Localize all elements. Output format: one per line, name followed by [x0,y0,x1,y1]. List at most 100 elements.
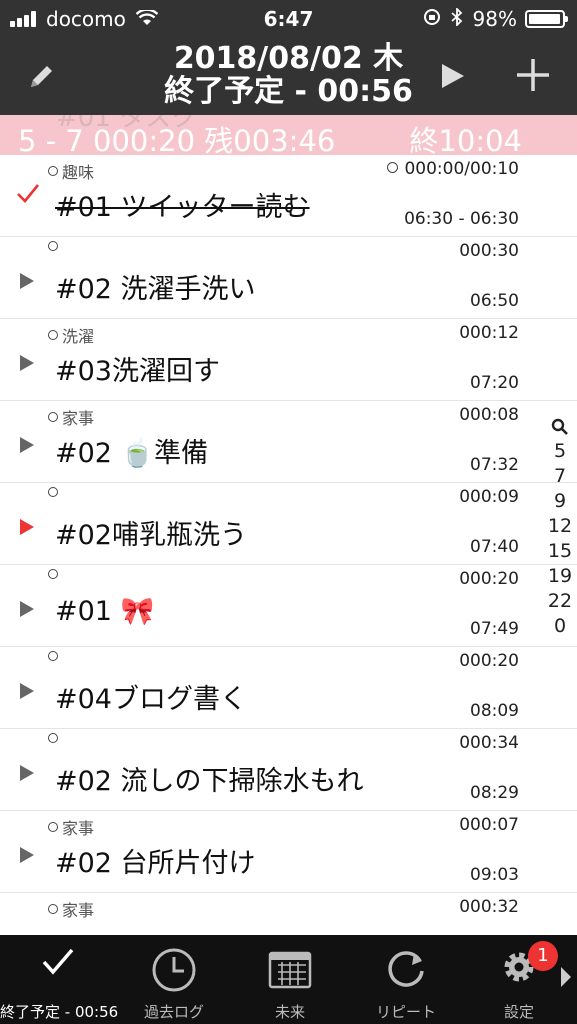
task-title: #02 洗濯手洗い [55,274,256,305]
status-bar: docomo 6:47 98% [0,0,577,38]
task-row[interactable]: 家事 000:07 #02 台所片付け 09:03 [0,811,577,893]
circle-icon [48,487,58,497]
plus-icon [517,59,549,91]
task-time: 09:03 [470,865,519,885]
task-row[interactable]: 趣味 000:00/00:10 #01 ツイッター読む 06:30 - 06:3… [0,155,577,237]
task-time: 08:29 [470,783,519,803]
nav-bar: 2018/08/02 木 終了予定 - 00:56 [0,38,577,115]
calendar-icon [268,947,312,993]
index-item[interactable]: 15 [540,539,577,564]
tab-label: 設定 [503,1003,534,1021]
task-title: #01 ツイッター読む [55,192,310,223]
header-subtitle: 終了予定 - 00:56 [164,74,413,109]
circle-icon [48,904,58,914]
battery-icon [525,10,568,28]
tab-settings[interactable]: 1 設定 [464,935,574,1024]
circle-icon [48,330,58,340]
tab-repeat[interactable]: リピート [348,935,464,1024]
time-index[interactable]: 5 7 9 12 15 19 22 0 [540,414,577,639]
tab-label: 終了予定 - 00:56 [0,1003,119,1021]
battery-percent: 98% [472,7,517,31]
add-task-button[interactable] [510,52,556,98]
task-row[interactable]: 000:20 #04ブログ書く 08:09 [0,647,577,729]
chevron-right-icon[interactable] [561,967,571,987]
task-time: 07:49 [470,619,519,639]
circle-icon [48,651,58,661]
play-icon[interactable] [20,765,34,781]
search-icon[interactable] [540,414,577,439]
task-category: 家事 [48,897,94,921]
task-row[interactable]: 000:09 #02哺乳瓶洗う 07:40 [0,483,577,565]
play-icon[interactable] [20,355,34,371]
task-row[interactable]: 家事 000:08 #02 🍵準備 07:32 [0,401,577,483]
header-date: 2018/08/02 木 [173,41,404,76]
task-title: #02哺乳瓶洗う [55,520,247,551]
play-icon[interactable] [20,437,34,453]
play-icon[interactable] [20,847,34,863]
index-item[interactable]: 22 [540,589,577,614]
task-row[interactable]: 000:20 #01 🎀 07:49 [0,565,577,647]
index-item[interactable]: 19 [540,564,577,589]
task-duration: 000:07 [459,815,519,835]
task-title: #02 台所片付け [55,848,256,879]
task-time: 07:32 [470,455,519,475]
task-duration: 000:09 [459,487,519,507]
task-category: 洗濯 [48,323,94,347]
task-duration: 000:12 [459,323,519,343]
tab-label: 過去ログ [143,1003,204,1021]
task-row[interactable]: 洗濯 000:12 #03洗濯回す 07:20 [0,319,577,401]
task-category [48,733,62,743]
task-time: 07:20 [470,373,519,393]
index-item[interactable]: 5 [540,439,577,464]
task-category: 趣味 [48,159,94,183]
task-time: 06:30 - 06:30 [404,209,519,229]
task-time: 06:50 [470,291,519,311]
task-duration: 000:08 [459,405,519,425]
play-button[interactable] [432,56,472,96]
tab-future[interactable]: 未来 [232,935,348,1024]
task-title: #02 流しの下掃除水もれ [55,766,364,797]
notification-badge: 1 [528,941,558,971]
play-icon[interactable] [20,519,34,535]
play-icon[interactable] [20,601,34,617]
play-icon[interactable] [20,683,34,699]
task-duration: 000:00/00:10 [387,159,519,179]
tab-history[interactable]: 過去ログ [116,935,232,1024]
task-category [48,241,62,251]
status-right: 98% [423,6,568,31]
task-time: 08:09 [470,701,519,721]
task-title: #03洗濯回す [55,356,220,387]
bluetooth-icon [450,6,463,31]
circle-icon [48,569,58,579]
banner-status-text: 5 - 7 000:20 残003:46 [18,124,336,155]
circle-icon [48,166,58,176]
task-duration: 000:34 [459,733,519,753]
task-category: 家事 [48,405,94,429]
task-row[interactable]: 000:34 #02 流しの下掃除水もれ 08:29 [0,729,577,811]
index-item[interactable]: 7 [540,464,577,489]
checkmark-icon[interactable] [16,183,40,209]
index-item[interactable]: 12 [540,514,577,539]
task-category [48,487,62,497]
task-category: 家事 [48,815,94,839]
current-task-banner[interactable]: #01 タスク 5 - 7 000:20 残003:46 終10:04 [0,115,577,155]
index-item[interactable]: 9 [540,489,577,514]
repeat-icon [384,947,428,995]
circle-icon [48,733,58,743]
task-category [48,569,62,579]
check-icon [41,947,75,981]
nav-title: 2018/08/02 木 終了予定 - 00:56 [0,42,577,108]
task-duration: 000:20 [459,651,519,671]
banner-end-time: 終10:04 [409,124,522,155]
task-list: 趣味 000:00/00:10 #01 ツイッター読む 06:30 - 06:3… [0,155,577,975]
tab-label: 未来 [274,1003,305,1021]
task-title: #02 🍵準備 [55,438,209,469]
tab-label: リピート [375,1003,436,1021]
index-item[interactable]: 0 [540,614,577,639]
play-icon[interactable] [20,273,34,289]
tab-finish[interactable]: 終了予定 - 00:56 [0,935,119,1024]
task-row[interactable]: 000:30 #02 洗濯手洗い 06:50 [0,237,577,319]
task-duration: 000:32 [459,897,519,917]
task-title: #04ブログ書く [55,684,247,715]
task-title: #01 🎀 [55,596,155,627]
